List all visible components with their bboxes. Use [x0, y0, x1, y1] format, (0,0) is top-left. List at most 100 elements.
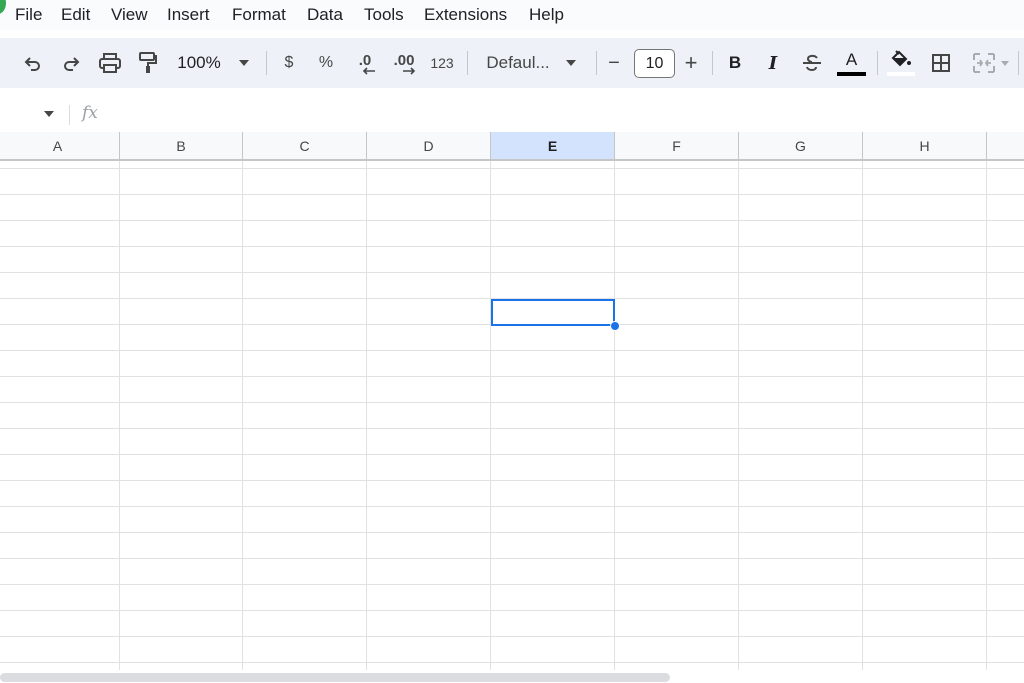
paint-bucket-icon — [891, 50, 911, 67]
font-select[interactable]: Defaul... — [478, 38, 584, 88]
toolbar-divider — [1018, 51, 1019, 75]
italic-button[interactable]: I — [763, 38, 783, 88]
toolbar-divider — [467, 51, 468, 75]
text-color-letter: A — [845, 50, 858, 69]
borders-button[interactable] — [930, 38, 952, 88]
zoom-value: 100% — [177, 53, 221, 72]
grid-line — [0, 272, 1024, 273]
text-color-swatch — [837, 72, 866, 76]
menu-insert[interactable]: Insert — [167, 5, 210, 25]
strikethrough-button[interactable] — [800, 38, 824, 88]
grid-line — [738, 161, 739, 670]
fx-icon: fx — [82, 103, 98, 123]
text-color-button[interactable]: A — [837, 38, 866, 88]
menu-bar: File Edit View Insert Format Data Tools … — [0, 0, 1024, 30]
minus-label: − — [608, 51, 620, 74]
zoom-select[interactable]: 100% — [170, 38, 256, 88]
menu-extensions[interactable]: Extensions — [424, 5, 507, 25]
grid-line — [986, 161, 987, 670]
merge-cells-icon — [973, 53, 995, 73]
grid-line — [0, 662, 1024, 663]
menu-file[interactable]: File — [15, 5, 42, 25]
cell-grid[interactable] — [0, 161, 1024, 670]
active-cell-e6[interactable] — [491, 299, 615, 326]
grid-line — [0, 220, 1024, 221]
decrease-decimal-button[interactable]: .0 — [352, 38, 378, 88]
column-header-g[interactable]: G — [739, 132, 863, 159]
strikethrough-icon — [803, 54, 821, 71]
column-header-d[interactable]: D — [367, 132, 491, 159]
menu-edit[interactable]: Edit — [61, 5, 90, 25]
increase-font-size-button[interactable]: + — [681, 38, 701, 88]
column-header-i[interactable] — [987, 132, 1024, 159]
toolbar-divider — [877, 51, 878, 75]
redo-button[interactable] — [60, 38, 82, 88]
grid-line — [490, 161, 491, 670]
decrease-decimal-label: .0 — [358, 51, 372, 69]
name-box-caret-icon[interactable] — [44, 111, 54, 117]
bold-label: B — [728, 53, 742, 72]
percent-format-button[interactable]: % — [315, 38, 337, 88]
fill-handle[interactable] — [610, 321, 620, 331]
grid-line — [0, 584, 1024, 585]
paint-format-button[interactable] — [137, 38, 159, 88]
print-button[interactable] — [98, 38, 122, 88]
undo-button[interactable] — [22, 38, 44, 88]
increase-decimal-button[interactable]: .00 — [390, 38, 418, 88]
fill-color-swatch — [887, 72, 915, 76]
toolbar-divider — [266, 51, 267, 75]
font-size-input[interactable]: 10 — [634, 49, 675, 78]
merge-cells-button[interactable] — [968, 38, 1014, 88]
plus-label: + — [684, 50, 698, 75]
currency-label: $ — [284, 54, 294, 71]
grid-line — [0, 636, 1024, 637]
menu-view[interactable]: View — [111, 5, 148, 25]
column-header-a[interactable]: A — [0, 132, 120, 159]
more-formats-button[interactable]: 123 — [428, 38, 456, 88]
grid-line — [0, 454, 1024, 455]
merge-caret-icon — [1001, 60, 1009, 66]
fill-color-button[interactable] — [887, 38, 915, 88]
currency-format-button[interactable]: $ — [278, 38, 300, 88]
grid-line — [0, 350, 1024, 351]
menu-help[interactable]: Help — [529, 5, 564, 25]
column-header-b[interactable]: B — [120, 132, 243, 159]
toolbar: 100% $ % .0 .00 123 Defaul... − 10 + B I… — [0, 38, 1024, 88]
column-header-h[interactable]: H — [863, 132, 987, 159]
font-caret-icon — [565, 60, 576, 66]
menu-data[interactable]: Data — [307, 5, 343, 25]
redo-icon — [64, 57, 80, 71]
grid-line — [0, 402, 1024, 403]
grid-line — [0, 246, 1024, 247]
formula-bar-divider — [69, 105, 70, 125]
font-value: Defaul... — [486, 53, 550, 72]
toolbar-divider — [712, 51, 713, 75]
grid-line — [0, 168, 1024, 169]
bold-button[interactable]: B — [725, 38, 745, 88]
grid-line — [0, 376, 1024, 377]
column-header-e[interactable]: E — [491, 132, 615, 159]
grid-line — [0, 532, 1024, 533]
column-header-c[interactable]: C — [243, 132, 367, 159]
sheets-logo-icon[interactable] — [0, 0, 6, 14]
formula-bar — [0, 94, 1024, 132]
horizontal-scrollbar-thumb[interactable] — [0, 673, 670, 682]
grid-line — [0, 428, 1024, 429]
zoom-caret-icon — [238, 60, 249, 66]
decrease-font-size-button[interactable]: − — [604, 38, 624, 88]
increase-decimal-label: .00 — [393, 51, 415, 69]
paint-format-icon — [139, 52, 157, 73]
grid-line — [119, 161, 120, 670]
grid-line — [0, 610, 1024, 611]
menu-format[interactable]: Format — [232, 5, 286, 25]
column-header-f[interactable]: F — [615, 132, 739, 159]
grid-line — [0, 194, 1024, 195]
arrow-left-icon — [362, 67, 375, 75]
grid-line — [242, 161, 243, 670]
grid-line — [862, 161, 863, 670]
grid-line — [614, 161, 615, 670]
more-formats-label: 123 — [430, 55, 454, 71]
grid-line — [0, 506, 1024, 507]
borders-icon — [932, 54, 950, 72]
menu-tools[interactable]: Tools — [364, 5, 404, 25]
